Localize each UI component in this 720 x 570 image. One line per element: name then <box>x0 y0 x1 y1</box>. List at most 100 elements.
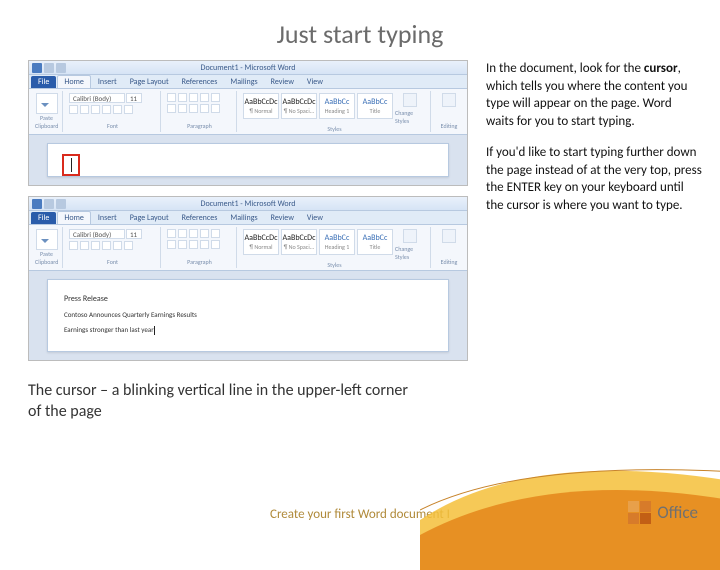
fontcolor-icon[interactable] <box>113 105 122 114</box>
style-nospacing[interactable]: AaBbCcDc¶ No Spaci... <box>281 229 317 255</box>
qa-icon <box>44 199 54 209</box>
bullets-icon[interactable] <box>167 93 176 102</box>
align-left-icon[interactable] <box>167 240 176 249</box>
align-right-icon[interactable] <box>189 240 198 249</box>
align-center-icon[interactable] <box>178 240 187 249</box>
align-right-icon[interactable] <box>189 104 198 113</box>
group-clipboard: Paste Clipboard <box>31 91 63 132</box>
group-label: Editing <box>437 122 461 130</box>
tab-mailings[interactable]: Mailings <box>224 212 263 224</box>
word-screenshot-1: Document1 - Microsoft Word File Home Ins… <box>28 60 468 186</box>
tab-view[interactable]: View <box>301 76 329 88</box>
group-editing: Editing <box>433 227 465 268</box>
style-title[interactable]: AaBbCcTitle <box>357 93 393 119</box>
bullets-icon[interactable] <box>167 229 176 238</box>
align-left-icon[interactable] <box>167 104 176 113</box>
doc-line: Earnings stronger than last year <box>64 325 432 335</box>
shading-icon[interactable] <box>211 240 220 249</box>
tab-home[interactable]: Home <box>57 75 91 88</box>
style-heading1[interactable]: AaBbCcHeading 1 <box>319 229 355 255</box>
font-name[interactable]: Calibri (Body) <box>69 93 125 103</box>
bold-icon[interactable] <box>69 241 78 250</box>
group-styles: AaBbCcDc¶ Normal AaBbCcDc¶ No Spaci... A… <box>239 227 431 268</box>
justify-icon[interactable] <box>200 104 209 113</box>
bold-icon[interactable] <box>69 105 78 114</box>
strike-icon[interactable] <box>102 105 111 114</box>
shading-icon[interactable] <box>211 104 220 113</box>
style-nospacing[interactable]: AaBbCcDc¶ No Spaci... <box>281 93 317 119</box>
word-titlebar: Document1 - Microsoft Word <box>29 197 467 211</box>
align-center-icon[interactable] <box>178 104 187 113</box>
tab-review[interactable]: Review <box>265 212 300 224</box>
style-normal[interactable]: AaBbCcDc¶ Normal <box>243 229 279 255</box>
sort-icon[interactable] <box>211 93 220 102</box>
ribbon-tabs: File Home Insert Page Layout References … <box>29 211 467 225</box>
group-clipboard: Paste Clipboard <box>31 227 63 268</box>
change-styles[interactable]: Change Styles <box>395 93 425 125</box>
ribbon: Paste Clipboard Calibri (Body) 11 <box>29 89 467 135</box>
highlight-icon[interactable] <box>124 105 133 114</box>
doc-line: Contoso Announces Quarterly Earnings Res… <box>64 310 432 319</box>
find-icon[interactable] <box>442 93 456 107</box>
font-name[interactable]: Calibri (Body) <box>69 229 125 239</box>
indent-icon[interactable] <box>200 93 209 102</box>
strike-icon[interactable] <box>102 241 111 250</box>
qa-icon <box>44 63 54 73</box>
cursor-highlight-box <box>62 154 80 176</box>
changestyles-icon <box>403 229 417 243</box>
word-titlebar: Document1 - Microsoft Word <box>29 61 467 75</box>
qa-icon <box>56 63 66 73</box>
multilevel-icon[interactable] <box>189 93 198 102</box>
numbering-icon[interactable] <box>178 93 187 102</box>
ribbon: Paste Clipboard Calibri (Body) 11 <box>29 225 467 271</box>
paste-icon[interactable] <box>36 93 58 114</box>
sort-icon[interactable] <box>211 229 220 238</box>
file-tab[interactable]: File <box>31 212 56 224</box>
multilevel-icon[interactable] <box>189 229 198 238</box>
tab-pagelayout[interactable]: Page Layout <box>124 212 175 224</box>
style-title[interactable]: AaBbCcTitle <box>357 229 393 255</box>
tab-references[interactable]: References <box>176 76 224 88</box>
tab-home[interactable]: Home <box>57 211 91 224</box>
document-page[interactable]: Press Release Contoso Announces Quarterl… <box>47 279 449 352</box>
word-title-text: Document1 - Microsoft Word <box>201 63 296 73</box>
group-editing: Editing <box>433 91 465 132</box>
tab-references[interactable]: References <box>176 212 224 224</box>
group-label: Clipboard <box>35 258 58 266</box>
document-page[interactable] <box>47 143 449 177</box>
italic-icon[interactable] <box>80 241 89 250</box>
ribbon-tabs: File Home Insert Page Layout References … <box>29 75 467 89</box>
group-font: Calibri (Body) 11 Font <box>65 91 161 132</box>
tab-view[interactable]: View <box>301 212 329 224</box>
file-tab[interactable]: File <box>31 76 56 88</box>
text-cursor <box>154 326 155 335</box>
tab-review[interactable]: Review <box>265 76 300 88</box>
justify-icon[interactable] <box>200 240 209 249</box>
tab-insert[interactable]: Insert <box>92 76 123 88</box>
indent-icon[interactable] <box>200 229 209 238</box>
fontcolor-icon[interactable] <box>113 241 122 250</box>
change-styles[interactable]: Change Styles <box>395 229 425 261</box>
find-icon[interactable] <box>442 229 456 243</box>
tab-insert[interactable]: Insert <box>92 212 123 224</box>
word-screenshot-2: Document1 - Microsoft Word File Home Ins… <box>28 196 468 361</box>
highlight-icon[interactable] <box>124 241 133 250</box>
tab-pagelayout[interactable]: Page Layout <box>124 76 175 88</box>
document-area <box>29 135 467 185</box>
qa-icon <box>56 199 66 209</box>
office-logo-text: Office <box>657 502 698 523</box>
tab-mailings[interactable]: Mailings <box>224 76 263 88</box>
numbering-icon[interactable] <box>178 229 187 238</box>
style-heading1[interactable]: AaBbCcHeading 1 <box>319 93 355 119</box>
paste-icon[interactable] <box>36 229 58 250</box>
style-normal[interactable]: AaBbCcDc¶ Normal <box>243 93 279 119</box>
paste-label: Paste <box>35 250 58 258</box>
office-logo-icon <box>628 501 651 524</box>
underline-icon[interactable] <box>91 241 100 250</box>
document-area: Press Release Contoso Announces Quarterl… <box>29 271 467 360</box>
underline-icon[interactable] <box>91 105 100 114</box>
font-size[interactable]: 11 <box>126 93 142 103</box>
caption-text: The cursor – a blinking vertical line in… <box>0 371 420 423</box>
font-size[interactable]: 11 <box>126 229 142 239</box>
italic-icon[interactable] <box>80 105 89 114</box>
